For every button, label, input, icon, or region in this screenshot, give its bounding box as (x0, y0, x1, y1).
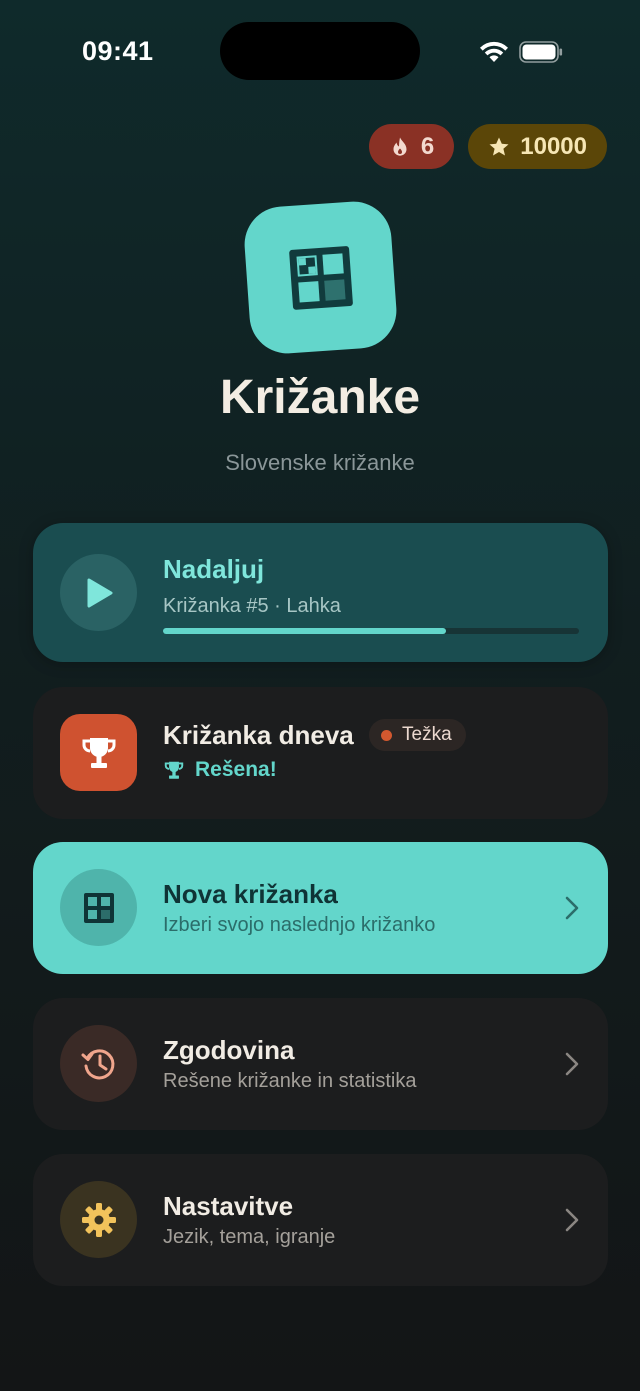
new-puzzle-icon-circle (60, 869, 137, 946)
new-puzzle-subtitle: Izberi svojo naslednjo križanko (163, 914, 436, 936)
difficulty-badge: Težka (369, 719, 466, 751)
header-badges: 6 10000 (368, 124, 607, 169)
history-card[interactable]: Zgodovina Rešene križanke in statistika (33, 998, 608, 1130)
chevron-right-icon (565, 896, 579, 920)
continue-progress-bar (163, 628, 579, 634)
dynamic-island (220, 22, 420, 80)
streak-badge[interactable]: 6 (368, 124, 455, 169)
settings-subtitle: Jezik, tema, igranje (163, 1226, 336, 1248)
play-icon (87, 578, 112, 607)
history-icon-circle (60, 1025, 137, 1102)
flame-icon (393, 137, 407, 156)
chevron-right-icon (565, 1052, 579, 1076)
status-bar: 09:41 (0, 0, 640, 100)
app-logo (242, 199, 399, 356)
continue-subtitle: Križanka #5 · Lahka (163, 595, 341, 617)
continue-progress-fill (163, 628, 446, 634)
history-icon (81, 1048, 114, 1079)
settings-title: Nastavitve (163, 1191, 294, 1221)
play-button[interactable] (60, 554, 137, 631)
settings-card[interactable]: Nastavitve Jezik, tema, igranje (33, 1154, 608, 1286)
daily-status-label: Rešena! (195, 758, 277, 781)
points-badge[interactable]: 10000 (468, 124, 607, 169)
battery-icon (519, 41, 563, 63)
new-puzzle-title: Nova križanka (163, 879, 338, 909)
daily-status: Rešena! (163, 758, 277, 782)
daily-puzzle-card[interactable]: Križanka dneva Težka Rešena! (33, 687, 608, 819)
history-subtitle: Rešene križanke in statistika (163, 1070, 417, 1092)
streak-count: 6 (420, 132, 435, 160)
star-icon (489, 137, 509, 155)
wifi-icon (480, 41, 508, 62)
new-puzzle-card[interactable]: Nova križanka Izberi svojo naslednjo kri… (33, 842, 608, 974)
difficulty-dot (381, 729, 392, 741)
trophy-icon (82, 737, 115, 768)
crossword-grid-icon (288, 245, 353, 310)
app-title: Križanke (219, 371, 421, 424)
continue-title: Nadaljuj (163, 554, 265, 584)
difficulty-label: Težka (402, 724, 452, 745)
chevron-right-icon (565, 1208, 579, 1232)
trophy-small-icon (164, 761, 184, 779)
continue-card[interactable]: Nadaljuj Križanka #5 · Lahka (33, 523, 608, 662)
daily-title: Križanka dneva (163, 720, 354, 750)
status-time: 09:41 (82, 36, 154, 66)
app-subtitle: Slovenske križanke (225, 450, 415, 475)
points-count: 10000 (520, 132, 587, 160)
settings-icon-circle (60, 1181, 137, 1258)
history-title: Zgodovina (163, 1035, 295, 1065)
gear-icon (81, 1202, 116, 1237)
daily-trophy-tile (60, 714, 137, 791)
crossword-grid-icon (83, 892, 114, 923)
